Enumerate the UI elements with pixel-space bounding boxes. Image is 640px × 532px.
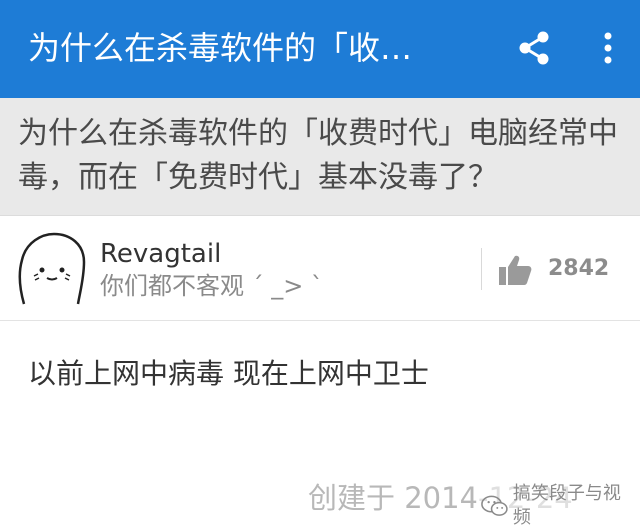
app-bar: 为什么在杀毒软件的「收…	[0, 0, 640, 98]
app-bar-title: 为什么在杀毒软件的「收…	[28, 29, 413, 67]
vote-count: 2842	[548, 256, 610, 281]
more-options-button[interactable]	[588, 28, 628, 68]
thumbs-up-icon[interactable]	[498, 254, 532, 286]
avatar[interactable]	[14, 230, 90, 306]
author-row[interactable]: Revagtail 你们都不客观 ´ _> ` 2842	[0, 216, 640, 321]
vote-divider	[481, 248, 482, 290]
question-header[interactable]: 为什么在杀毒软件的「收费时代」电脑经常中毒，而在「免费时代」基本没毒了？	[0, 98, 640, 216]
author-bio: 你们都不客观 ´ _> `	[100, 272, 323, 300]
wechat-icon	[481, 495, 508, 516]
more-vertical-icon	[604, 32, 612, 64]
share-icon	[519, 31, 549, 65]
share-button[interactable]	[514, 28, 554, 68]
author-name[interactable]: Revagtail	[100, 238, 221, 270]
watermark-text: 搞笑段子与视频	[512, 483, 621, 528]
watermark: 搞笑段子与视频	[476, 480, 640, 532]
question-title: 为什么在杀毒软件的「收费时代」电脑经常中毒，而在「免费时代」基本没毒了？	[18, 116, 618, 195]
answer-body: 以前上网中病毒 现在上网中卫士	[28, 357, 429, 390]
